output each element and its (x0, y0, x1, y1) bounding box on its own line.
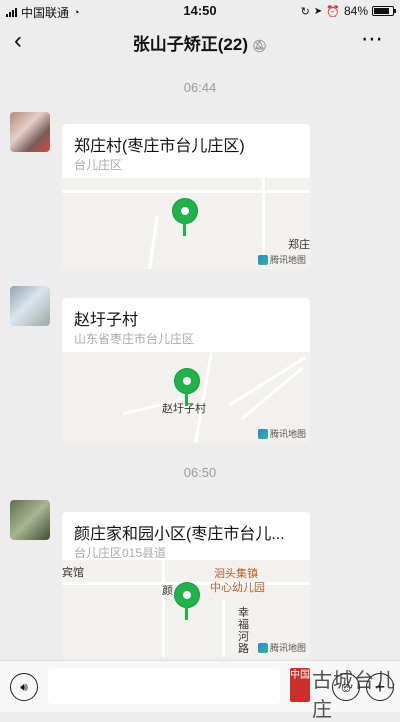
tencent-map-logo-icon (257, 428, 268, 439)
chat-time-label: 06:50 (183, 465, 217, 480)
location-subtitle: 台儿庄区 (74, 158, 123, 172)
message-input[interactable] (48, 668, 280, 704)
chat-title: 张山子矫正(22) (132, 35, 248, 54)
map-label: 郑庄 (288, 239, 310, 251)
tencent-map-logo-icon (257, 254, 268, 265)
watermark-text: 古城台儿庄 (312, 670, 396, 721)
bell-muted-icon: 🔕︎ (252, 39, 268, 53)
map-label: 中心幼儿园 (210, 582, 265, 594)
map-thumbnail: 宾馆 颜 洄头集镇 中心幼儿园 幸 福 河 路 腾讯地图 (62, 560, 310, 657)
chat-header: ‹ 张山子矫正(22) 🔕︎ ⋯ (0, 22, 400, 62)
map-provider: 腾讯地图 (257, 427, 306, 440)
location-pin-icon (174, 582, 200, 622)
watermark-seal: 中国 (290, 668, 310, 702)
tencent-map-logo-icon (257, 642, 268, 653)
map-label: 路 (238, 643, 249, 655)
map-provider: 腾讯地图 (257, 641, 306, 654)
alarm-icon: ⏰ (326, 5, 340, 18)
orientation-lock-icon: ↻ (300, 5, 310, 18)
location-title: 赵圩子村 (74, 312, 139, 329)
map-provider: 腾讯地图 (257, 253, 306, 266)
avatar[interactable] (10, 500, 50, 540)
battery-percent: 84% (343, 4, 368, 18)
map-thumbnail: 郑庄 腾讯地图 (62, 178, 310, 269)
chat-time-label: 06:44 (183, 80, 217, 95)
location-card[interactable]: 郑庄村(枣庄市台儿庄区) 台儿庄区 郑庄 腾讯地图 (62, 124, 310, 269)
avatar[interactable] (10, 112, 50, 152)
location-subtitle: 台儿庄区015县道 (74, 546, 167, 560)
voice-icon[interactable]: 🔊︎ (10, 673, 38, 701)
location-card[interactable]: 赵圩子村 山东省枣庄市台儿庄区 赵圩子村 腾讯地图 (62, 298, 310, 443)
map-thumbnail: 赵圩子村 腾讯地图 (62, 352, 310, 443)
location-title: 颜庄家和园小区(枣庄市台儿... (74, 526, 285, 543)
location-pin-icon (172, 198, 198, 238)
battery-icon (372, 6, 396, 16)
status-bar: 中国联通 ◔ 14:50 ↻ ➤ ⏰ 84% (0, 0, 400, 22)
more-dots-icon[interactable]: ⋯ (361, 26, 384, 52)
location-pin-icon (174, 368, 200, 408)
map-label: 颜 (162, 585, 173, 597)
map-label: 洄头集镇 (214, 568, 258, 580)
map-label: 宾馆 (62, 567, 84, 579)
location-title: 郑庄村(枣庄市台儿庄区) (74, 138, 245, 155)
location-subtitle: 山东省枣庄市台儿庄区 (74, 332, 195, 346)
avatar[interactable] (10, 286, 50, 326)
location-icon: ➤ (313, 5, 323, 17)
location-card[interactable]: 颜庄家和园小区(枣庄市台儿... 台儿庄区015县道 宾馆 颜 洄头集镇 中心幼… (62, 512, 310, 657)
